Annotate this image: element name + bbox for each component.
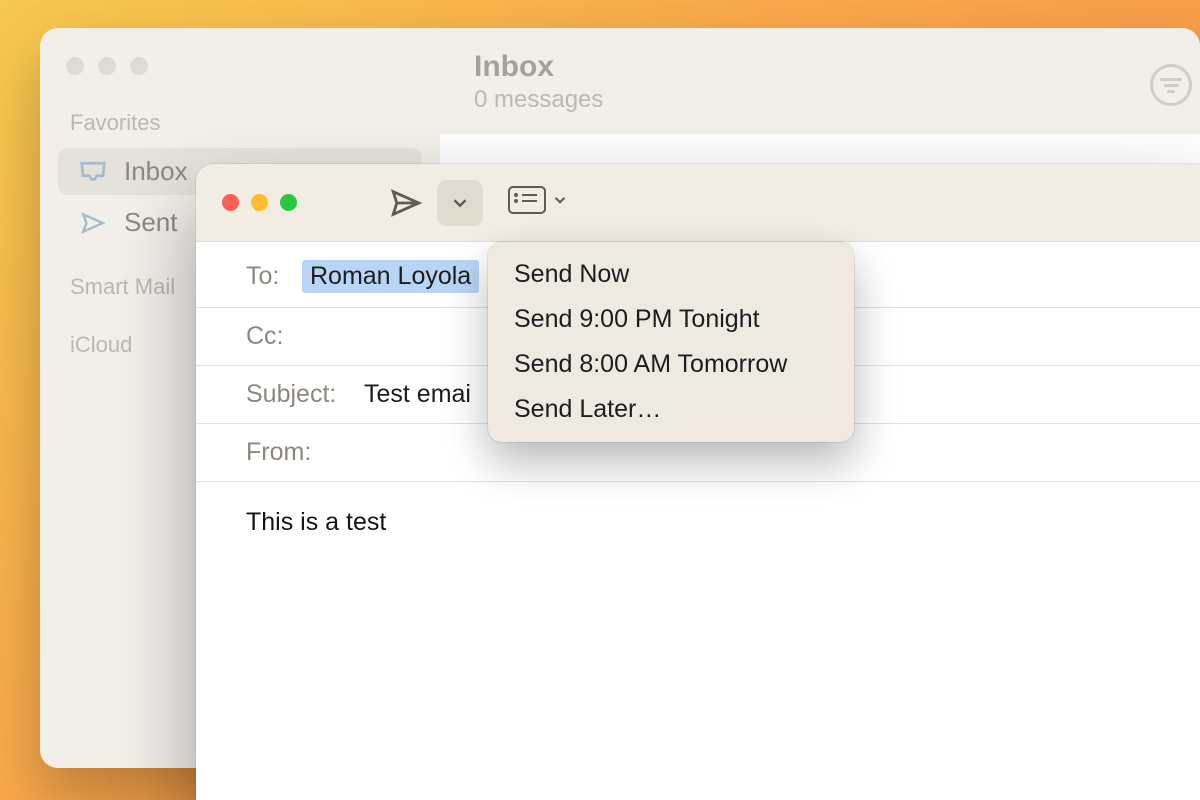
send-options-dropdown-button[interactable] bbox=[437, 180, 483, 226]
menu-item-send-tonight[interactable]: Send 9:00 PM Tonight bbox=[488, 297, 854, 342]
paper-plane-icon bbox=[389, 186, 423, 220]
maximize-window-button[interactable] bbox=[280, 194, 297, 211]
close-window-button[interactable] bbox=[66, 57, 84, 75]
compose-window-controls bbox=[218, 194, 297, 211]
mailbox-message-count: 0 messages bbox=[474, 86, 1166, 114]
subject-label: Subject: bbox=[246, 380, 358, 409]
send-options-menu: Send Now Send 9:00 PM Tonight Send 8:00 … bbox=[488, 242, 854, 442]
compose-body[interactable]: This is a test bbox=[196, 482, 1200, 800]
window-controls bbox=[40, 46, 440, 86]
maximize-window-button[interactable] bbox=[130, 57, 148, 75]
to-label: To: bbox=[246, 262, 302, 291]
chevron-down-icon bbox=[551, 191, 569, 214]
menu-item-send-now[interactable]: Send Now bbox=[488, 252, 854, 297]
header-fields-toggle[interactable] bbox=[507, 185, 569, 220]
sidebar-section-favorites: Favorites bbox=[40, 86, 440, 144]
compose-body-text: This is a test bbox=[246, 508, 386, 536]
header-fields-icon bbox=[507, 185, 547, 220]
minimize-window-button[interactable] bbox=[251, 194, 268, 211]
mail-list-header: Inbox 0 messages bbox=[440, 28, 1200, 134]
send-button[interactable] bbox=[383, 180, 429, 226]
close-window-button[interactable] bbox=[222, 194, 239, 211]
compose-toolbar bbox=[196, 164, 1200, 242]
minimize-window-button[interactable] bbox=[98, 57, 116, 75]
menu-item-send-tomorrow[interactable]: Send 8:00 AM Tomorrow bbox=[488, 342, 854, 387]
menu-item-send-later[interactable]: Send Later… bbox=[488, 387, 854, 432]
recipient-chip[interactable]: Roman Loyola bbox=[302, 260, 479, 293]
subject-value[interactable]: Test emai bbox=[364, 380, 471, 409]
inbox-icon bbox=[78, 159, 108, 185]
chevron-down-icon bbox=[449, 192, 471, 214]
cc-label: Cc: bbox=[246, 322, 302, 351]
mailbox-title: Inbox bbox=[474, 50, 1166, 84]
sent-icon bbox=[78, 210, 108, 236]
sidebar-item-label: Sent bbox=[124, 207, 178, 238]
sidebar-item-label: Inbox bbox=[124, 156, 188, 187]
filter-icon[interactable] bbox=[1150, 64, 1192, 106]
from-label: From: bbox=[246, 438, 326, 467]
